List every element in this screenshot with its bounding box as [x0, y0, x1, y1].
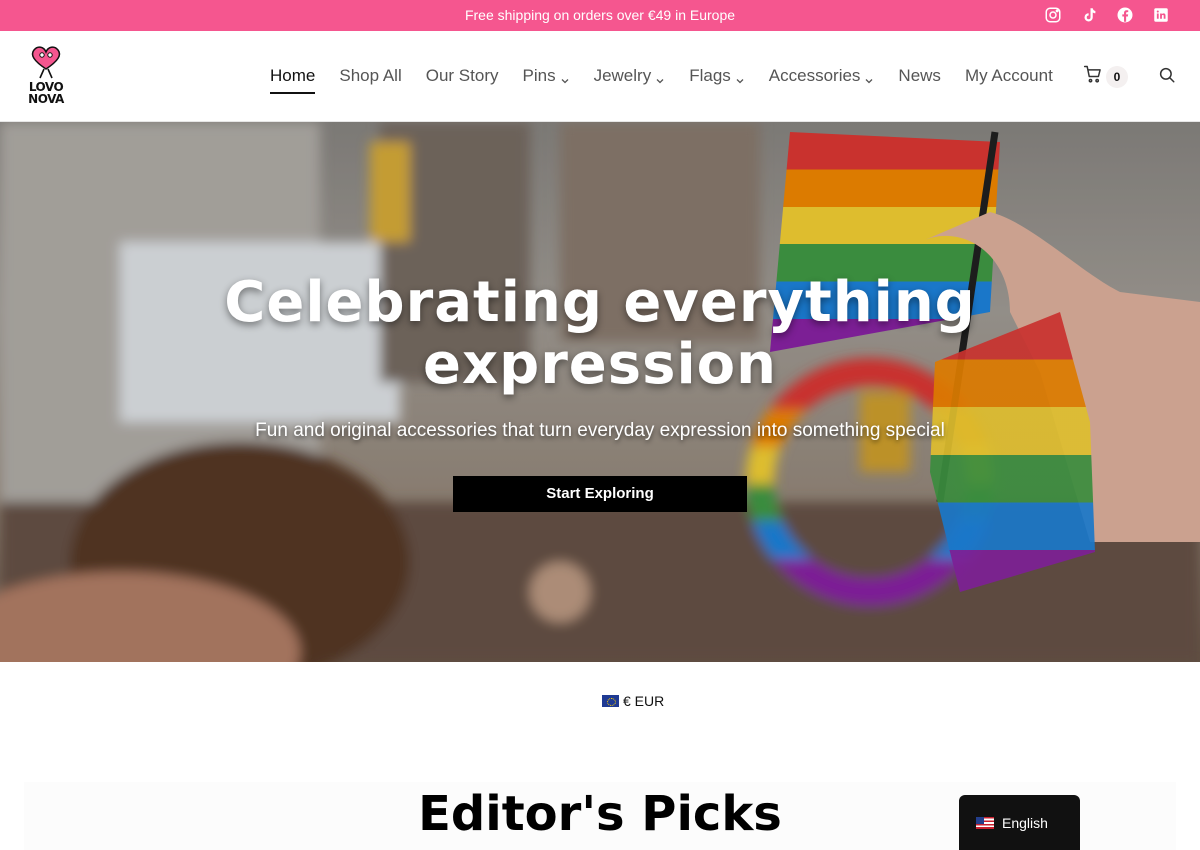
nav-my-account[interactable]: My Account: [953, 31, 1065, 121]
start-exploring-button[interactable]: Start Exploring: [453, 476, 747, 512]
nav-home[interactable]: Home: [258, 31, 327, 121]
language-switcher[interactable]: English: [959, 795, 1080, 850]
logo-text-bottom: NOVA: [28, 92, 64, 106]
linkedin-icon[interactable]: [1152, 6, 1170, 24]
cart-button[interactable]: 0: [1083, 64, 1128, 89]
nav-label: News: [898, 66, 941, 85]
chevron-down-icon: [560, 71, 570, 84]
heart-mascot-icon: [31, 46, 61, 79]
hero-banner: Celebrating everything expression Fun an…: [0, 122, 1200, 662]
nav-label: Accessories: [768, 66, 861, 85]
logo[interactable]: LOVO NOVA: [24, 45, 68, 107]
social-links: [1044, 6, 1170, 24]
currency-label: € EUR: [623, 693, 665, 709]
search-icon[interactable]: [1158, 66, 1176, 84]
nav-our-story[interactable]: Our Story: [414, 31, 511, 121]
hero-title-line1: Celebrating everything: [224, 270, 976, 335]
nav-flags[interactable]: Flags: [677, 31, 757, 121]
cart-count-badge: 0: [1106, 65, 1128, 88]
nav-label: Flags: [689, 66, 731, 85]
nav-pins[interactable]: Pins: [511, 31, 582, 121]
site-header: LOVO NOVA Home Shop All Our Story Pins J…: [0, 31, 1200, 122]
hero-title-line2: expression: [423, 332, 777, 397]
nav-label: My Account: [964, 66, 1053, 85]
nav-accessories[interactable]: Accessories: [757, 31, 887, 121]
tiktok-icon[interactable]: [1080, 6, 1098, 24]
main-nav: Home Shop All Our Story Pins Jewelry Fla…: [258, 31, 1065, 121]
currency-selector[interactable]: € EUR: [602, 693, 664, 709]
shopping-cart-icon: [1083, 64, 1103, 89]
nav-label: Our Story: [425, 66, 499, 85]
chevron-down-icon: [655, 71, 665, 84]
chevron-down-icon: [735, 71, 745, 84]
nav-label: Pins: [522, 66, 556, 85]
nav-news[interactable]: News: [886, 31, 953, 121]
section-title: Editor's Picks: [418, 786, 782, 842]
instagram-icon[interactable]: [1044, 6, 1062, 24]
announcement-text: Free shipping on orders over €49 in Euro…: [464, 7, 736, 23]
us-flag-icon: [976, 816, 994, 829]
announcement-bar: Free shipping on orders over €49 in Euro…: [0, 0, 1200, 31]
hero-subtitle: Fun and original accessories that turn e…: [255, 420, 945, 441]
chevron-down-icon: [864, 71, 874, 84]
language-label: English: [1002, 814, 1048, 831]
nav-label: Shop All: [339, 66, 402, 85]
nav-shop-all[interactable]: Shop All: [327, 31, 413, 121]
hero-title: Celebrating everything expression: [150, 272, 1050, 396]
nav-label: Home: [270, 66, 316, 94]
nav-label: Jewelry: [593, 66, 652, 85]
nav-jewelry[interactable]: Jewelry: [582, 31, 678, 121]
eu-flag-icon: [602, 695, 619, 707]
facebook-icon[interactable]: [1116, 6, 1134, 24]
